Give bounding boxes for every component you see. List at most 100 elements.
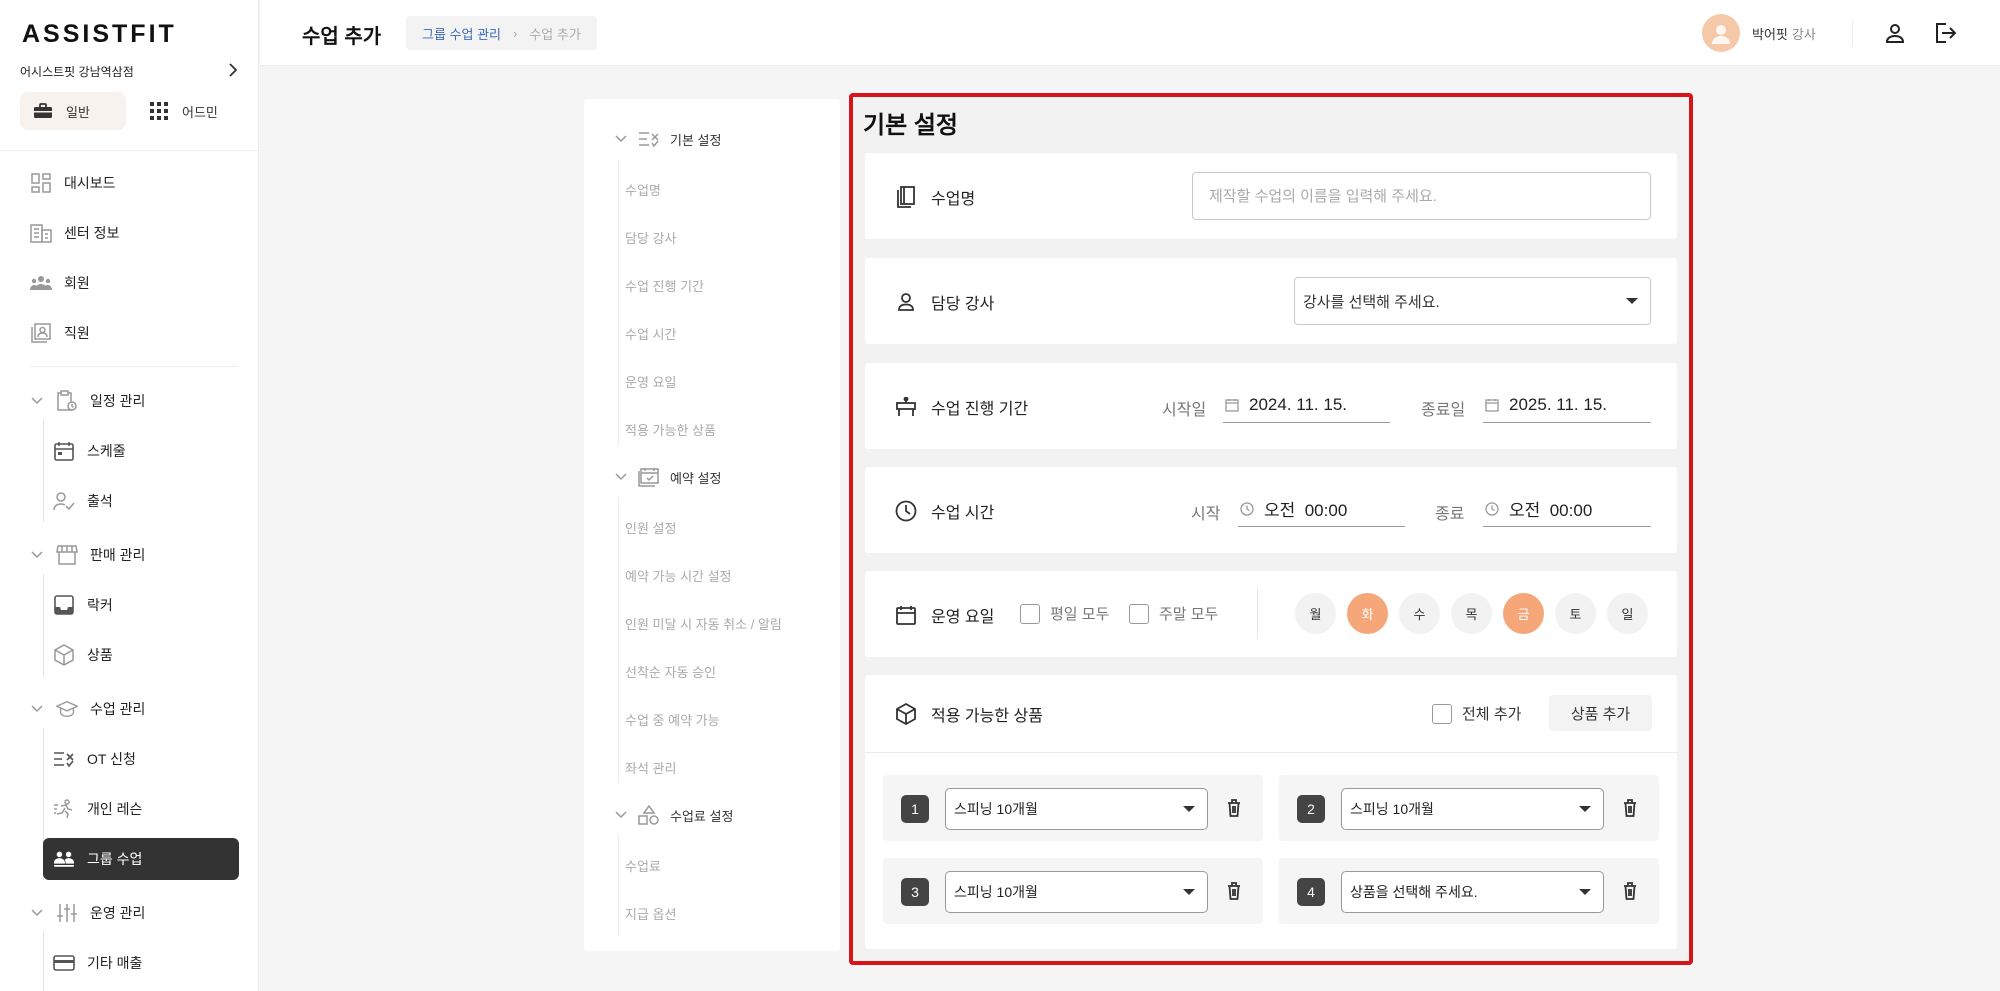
sidebar-item-attendance[interactable]: 출석 <box>53 486 113 516</box>
building-icon <box>30 222 52 244</box>
day-button-sat[interactable]: 토 <box>1555 593 1596 634</box>
sidebar-item-schedule[interactable]: 스케줄 <box>53 436 126 466</box>
select-value: 스피닝 10개월 <box>1350 801 1434 817</box>
app-logo[interactable]: ASSISTFIT <box>22 20 177 49</box>
section-nav-fee-settings[interactable]: 수업료 설정 <box>614 803 733 827</box>
sidebar-item-other-sales[interactable]: 기타 매출 <box>53 948 142 978</box>
product-select[interactable]: 스피닝 10개월 <box>1341 788 1604 830</box>
branch-name: 어시스트핏 강남역삼점 <box>20 64 134 79</box>
sidebar-item-products[interactable]: 상품 <box>53 640 113 670</box>
section-nav-item[interactable]: 인원 설정 <box>625 518 676 537</box>
form-title: 기본 설정 <box>863 112 958 139</box>
product-number: 1 <box>901 795 929 823</box>
sidebar-item-members[interactable]: 회원 <box>30 268 90 298</box>
start-date-field[interactable]: 2024. 11. 15. <box>1223 387 1390 423</box>
end-date-value: 2025. 11. 15. <box>1509 394 1607 414</box>
calendar-icon <box>53 440 75 462</box>
section-nav-item[interactable]: 담당 강사 <box>625 228 676 247</box>
sidebar-item-locker[interactable]: 락커 <box>53 590 113 620</box>
label-text: 적용 가능한 상품 <box>931 708 1043 725</box>
section-nav-item[interactable]: 적용 가능한 상품 <box>625 420 716 439</box>
day-button-wed[interactable]: 수 <box>1399 593 1440 634</box>
checkbox-box[interactable] <box>1129 603 1149 624</box>
section-nav-item[interactable]: 수업 중 예약 가능 <box>625 710 720 729</box>
checkbox-label: 평일 모두 <box>1050 606 1110 623</box>
chevron-down-icon <box>30 551 44 559</box>
instructor-label: 담당 강사 <box>895 290 994 314</box>
instructor-card: 담당 강사 강사를 선택해 주세요. <box>865 258 1677 344</box>
caret-down-icon <box>1183 889 1195 895</box>
day-button-sun[interactable]: 일 <box>1607 593 1648 634</box>
end-time-field[interactable]: 오전 00:00 <box>1483 491 1651 527</box>
applicable-products-card: 적용 가능한 상품 전체 추가 상품 추가 1 스피닝 10개월 2 스피닝 1… <box>865 675 1677 949</box>
add-product-button[interactable]: 상품 추가 <box>1549 695 1652 731</box>
day-button-fri[interactable]: 금 <box>1503 593 1544 634</box>
person-icon <box>895 291 917 313</box>
label-text: 운영 요일 <box>931 609 995 626</box>
label-text: 수업 시간 <box>931 505 995 522</box>
sidebar-group-class-management[interactable]: 수업 관리 <box>30 694 145 724</box>
trash-icon[interactable] <box>1619 880 1641 902</box>
end-date-field[interactable]: 2025. 11. 15. <box>1483 387 1651 423</box>
sidebar-item-dashboard[interactable]: 대시보드 <box>30 168 116 198</box>
chevron-right-icon <box>228 62 238 80</box>
period-label: 수업 진행 기간 <box>895 395 1028 419</box>
tree-line <box>43 420 44 522</box>
trash-icon[interactable] <box>1223 880 1245 902</box>
product-select[interactable]: 스피닝 10개월 <box>945 788 1208 830</box>
checkbox-box[interactable] <box>1432 703 1452 724</box>
day-button-tue[interactable]: 화 <box>1347 593 1388 634</box>
checkbox-box[interactable] <box>1020 603 1040 624</box>
section-nav-item[interactable]: 인원 미달 시 자동 취소 / 알림 <box>625 614 782 633</box>
logout-icon[interactable] <box>1932 20 1958 46</box>
sidebar-group-sales-management[interactable]: 판매 관리 <box>30 540 145 570</box>
weekend-all-checkbox[interactable]: 주말 모두 <box>1129 603 1218 624</box>
briefcase-icon <box>32 102 54 120</box>
chevron-right-icon: › <box>512 25 518 41</box>
sidebar-item-ot-request[interactable]: OT 신청 <box>53 744 136 774</box>
section-nav-item[interactable]: 운영 요일 <box>625 372 676 391</box>
day-button-thu[interactable]: 목 <box>1451 593 1492 634</box>
section-nav-item[interactable]: 수업명 <box>625 180 661 199</box>
branch-selector[interactable]: 어시스트핏 강남역삼점 <box>20 60 238 82</box>
product-select[interactable]: 상품을 선택해 주세요. <box>1341 871 1604 913</box>
calendar-check-icon <box>638 467 660 487</box>
class-time-label: 수업 시간 <box>895 499 994 523</box>
sidebar-item-staff[interactable]: 직원 <box>30 318 90 348</box>
section-nav-item[interactable]: 좌석 관리 <box>625 758 676 777</box>
caret-down-icon <box>1183 806 1195 812</box>
section-nav-item[interactable]: 선착순 자동 승인 <box>625 662 716 681</box>
sidebar-item-private-lesson[interactable]: 개인 레슨 <box>53 794 142 824</box>
sidebar-group-schedule-management[interactable]: 일정 관리 <box>30 386 145 416</box>
checkbox-label: 주말 모두 <box>1159 606 1219 623</box>
section-nav-item[interactable]: 수업 진행 기간 <box>625 276 704 295</box>
section-nav-reservation-settings[interactable]: 예약 설정 <box>614 465 721 489</box>
tree-line <box>43 574 44 676</box>
section-nav-item[interactable]: 수업 시간 <box>625 324 676 343</box>
sidebar-group-operations-management[interactable]: 운영 관리 <box>30 898 145 928</box>
select-value: 스피닝 10개월 <box>954 801 1038 817</box>
add-all-checkbox[interactable]: 전체 추가 <box>1432 703 1521 724</box>
day-button-mon[interactable]: 월 <box>1295 593 1336 634</box>
instructor-select[interactable]: 강사를 선택해 주세요. <box>1294 277 1651 325</box>
product-select[interactable]: 스피닝 10개월 <box>945 871 1208 913</box>
section-nav-item[interactable]: 지급 옵션 <box>625 904 676 923</box>
start-time-field[interactable]: 오전 00:00 <box>1238 491 1405 527</box>
breadcrumb-link-group-class[interactable]: 그룹 수업 관리 <box>422 24 501 43</box>
divider <box>30 366 238 367</box>
section-nav-item[interactable]: 예약 가능 시간 설정 <box>625 566 732 585</box>
mode-tab-general[interactable]: 일반 <box>20 92 126 130</box>
class-time-card: 수업 시간 시작 오전 00:00 종료 오전 00:00 <box>865 467 1677 553</box>
section-nav-item[interactable]: 수업료 <box>625 856 661 875</box>
class-name-input[interactable] <box>1192 172 1651 220</box>
sidebar-item-group-class[interactable]: 그룹 수업 <box>43 838 239 880</box>
weekdays-all-checkbox[interactable]: 평일 모두 <box>1020 603 1109 624</box>
sidebar-item-center-info[interactable]: 센터 정보 <box>30 218 119 248</box>
breadcrumb-current: 수업 추가 <box>529 26 581 42</box>
user-profile[interactable]: 박어핏 강사 <box>1702 14 1816 52</box>
trash-icon[interactable] <box>1223 797 1245 819</box>
profile-icon[interactable] <box>1882 20 1908 46</box>
trash-icon[interactable] <box>1619 797 1641 819</box>
mode-tab-admin[interactable]: 어드민 <box>136 92 242 130</box>
section-nav-basic-settings[interactable]: 기본 설정 <box>614 127 721 151</box>
